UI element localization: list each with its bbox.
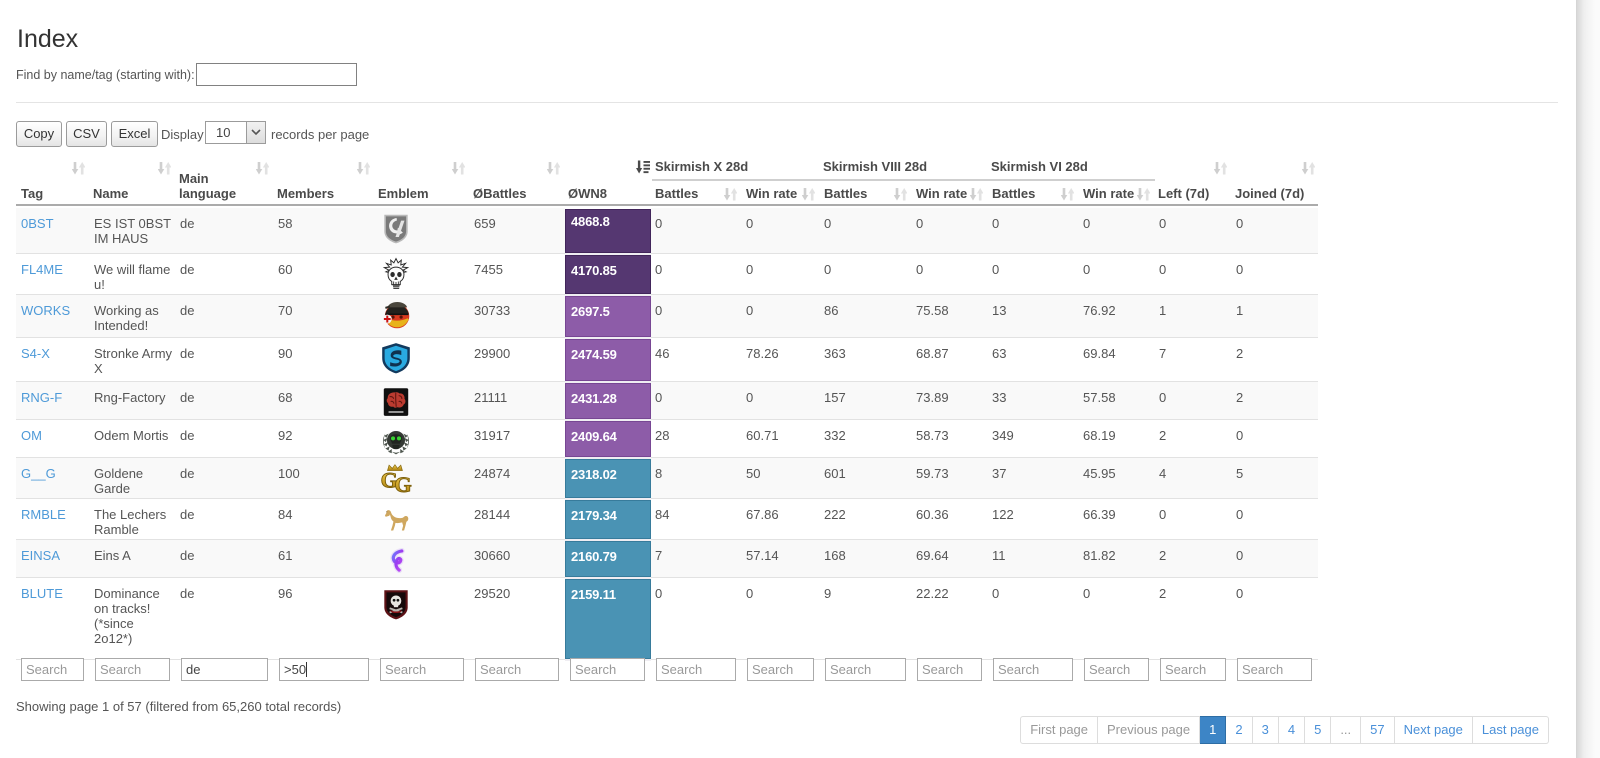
svg-text:G: G [394, 472, 411, 495]
